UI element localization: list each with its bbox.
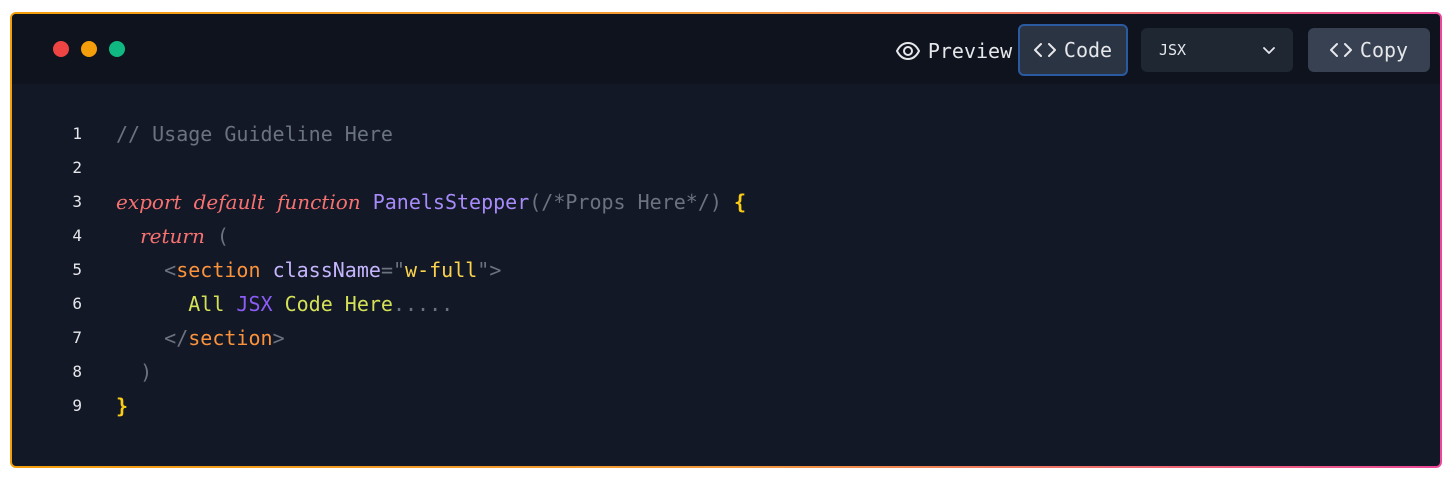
- line-number: 3: [72, 192, 82, 211]
- code-line: 8 ): [12, 355, 1440, 389]
- code-window: Preview Code JSX Copy 1 // Usage Guideli…: [12, 14, 1440, 466]
- jsx-text: Code Here: [284, 292, 393, 316]
- copy-button[interactable]: Copy: [1308, 28, 1430, 72]
- keyword-return: return: [140, 224, 205, 248]
- attribute-name: className: [272, 258, 381, 282]
- code-comment: // Usage Guideline Here: [116, 122, 393, 146]
- code-line: 1 // Usage Guideline Here: [12, 117, 1440, 151]
- function-params: (/*Props Here*/): [529, 190, 722, 214]
- code-line: 6 All JSX Code Here.....: [12, 287, 1440, 321]
- line-number: 6: [72, 294, 82, 313]
- language-selected-value: JSX: [1159, 41, 1187, 59]
- attribute-value: w-full: [405, 258, 478, 282]
- code-line: 2: [12, 151, 1440, 185]
- line-number: 1: [72, 124, 82, 143]
- jsx-text-highlight: JSX: [236, 292, 273, 316]
- jsx-text: All: [188, 292, 225, 316]
- code-block[interactable]: 1 // Usage Guideline Here 2 3 export def…: [12, 117, 1440, 423]
- line-number: 9: [72, 396, 82, 415]
- attribute-equals: =: [380, 258, 393, 282]
- preview-button[interactable]: Preview: [889, 30, 1019, 72]
- string-quote: ": [477, 258, 490, 282]
- code-label: Code: [1063, 38, 1113, 62]
- code-button[interactable]: Code: [1018, 24, 1128, 76]
- eye-icon: [895, 41, 920, 61]
- line-number: 5: [72, 260, 82, 279]
- code-brackets-icon: [1033, 42, 1056, 58]
- preview-label: Preview: [927, 39, 1013, 63]
- open-paren: (: [216, 224, 229, 248]
- tag-close-bracket: >: [489, 258, 502, 282]
- language-select[interactable]: JSX: [1141, 28, 1293, 72]
- tag-open-bracket: <: [164, 258, 177, 282]
- close-paren: ): [140, 360, 153, 384]
- code-line: 9 }: [12, 389, 1440, 423]
- code-line: 7 </section>: [12, 321, 1440, 355]
- keyword-export: export: [116, 190, 182, 214]
- window-titlebar: Preview Code JSX Copy: [12, 14, 1440, 84]
- keyword-function: function: [276, 190, 361, 214]
- line-number: 2: [72, 158, 82, 177]
- chevron-down-icon: [1263, 41, 1275, 59]
- tag-name: section: [176, 258, 261, 282]
- tag-name: section: [188, 326, 273, 350]
- copy-label: Copy: [1359, 38, 1409, 62]
- line-number: 8: [72, 362, 82, 381]
- code-window-frame: Preview Code JSX Copy 1 // Usage Guideli…: [10, 12, 1442, 468]
- tag-open-bracket: </: [164, 326, 189, 350]
- function-name: PanelsStepper: [372, 190, 530, 214]
- toolbar: Preview Code JSX Copy: [12, 14, 1440, 84]
- open-brace: {: [733, 190, 747, 214]
- tag-close-bracket: >: [272, 326, 285, 350]
- line-number: 4: [72, 226, 82, 245]
- jsx-text-ellipsis: .....: [392, 292, 454, 316]
- code-brackets-icon: [1329, 42, 1352, 58]
- close-brace: }: [116, 394, 129, 418]
- code-line: 5 <section className="w-full">: [12, 253, 1440, 287]
- code-line: 3 export default function PanelsStepper(…: [12, 185, 1440, 219]
- keyword-default: default: [193, 190, 265, 214]
- line-number: 7: [72, 328, 82, 347]
- code-line: 4 return (: [12, 219, 1440, 253]
- string-quote: ": [392, 258, 406, 282]
